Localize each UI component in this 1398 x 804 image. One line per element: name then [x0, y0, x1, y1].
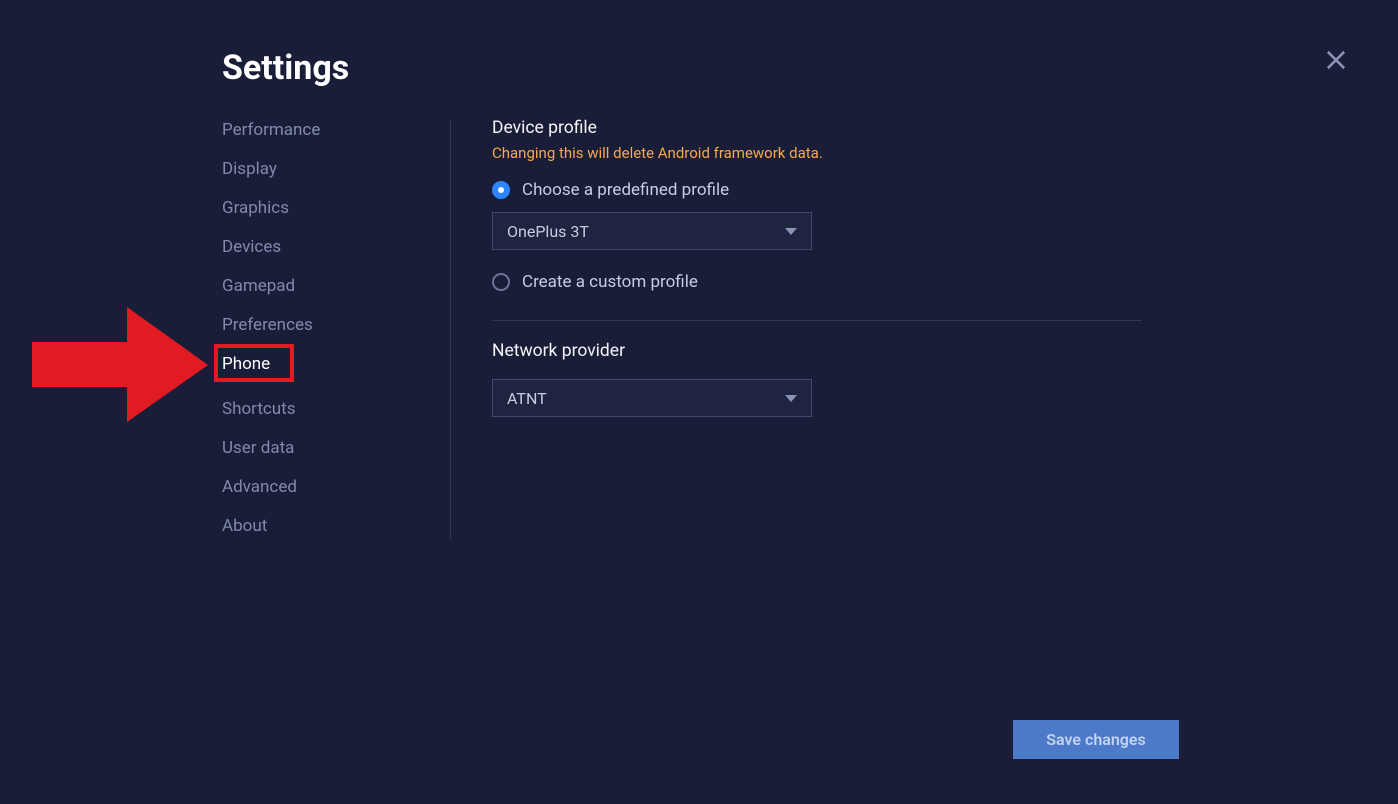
sidebar-item-advanced[interactable]: Advanced	[222, 477, 297, 497]
sidebar-item-devices[interactable]: Devices	[222, 237, 281, 257]
sidebar-item-shortcuts[interactable]: Shortcuts	[222, 399, 296, 419]
phone-settings-panel: Device profile Changing this will delete…	[492, 118, 1142, 417]
radio-custom-profile[interactable]: Create a custom profile	[492, 272, 1142, 292]
sidebar-item-graphics[interactable]: Graphics	[222, 198, 289, 218]
chevron-down-icon	[785, 228, 797, 235]
section-divider	[492, 320, 1142, 321]
device-profile-title: Device profile	[492, 118, 1142, 138]
sidebar-item-performance[interactable]: Performance	[222, 120, 320, 140]
sidebar-item-preferences[interactable]: Preferences	[222, 315, 313, 335]
close-button[interactable]	[1322, 46, 1350, 74]
device-profile-warning: Changing this will delete Android framew…	[492, 144, 1142, 162]
save-changes-button[interactable]: Save changes	[1013, 720, 1179, 759]
close-icon	[1322, 46, 1350, 74]
settings-sidebar: Performance Display Graphics Devices Gam…	[222, 120, 392, 536]
select-value: ATNT	[507, 389, 547, 408]
radio-icon	[492, 181, 510, 199]
annotation-arrow-icon	[32, 307, 208, 422]
network-provider-title: Network provider	[492, 341, 1142, 361]
radio-icon	[492, 273, 510, 291]
radio-label: Create a custom profile	[522, 272, 698, 292]
page-title: Settings	[222, 48, 349, 88]
button-label: Save changes	[1046, 730, 1145, 749]
chevron-down-icon	[785, 395, 797, 402]
sidebar-item-label: Phone	[222, 354, 270, 374]
sidebar-item-phone[interactable]: Phone	[222, 354, 270, 380]
predefined-profile-select[interactable]: OnePlus 3T	[492, 212, 812, 250]
sidebar-divider	[450, 120, 451, 540]
sidebar-item-gamepad[interactable]: Gamepad	[222, 276, 295, 296]
network-provider-select[interactable]: ATNT	[492, 379, 812, 417]
radio-label: Choose a predefined profile	[522, 180, 729, 200]
radio-predefined-profile[interactable]: Choose a predefined profile	[492, 180, 1142, 200]
sidebar-item-about[interactable]: About	[222, 516, 267, 536]
sidebar-item-user-data[interactable]: User data	[222, 438, 294, 458]
select-value: OnePlus 3T	[507, 222, 589, 241]
sidebar-item-display[interactable]: Display	[222, 159, 277, 179]
